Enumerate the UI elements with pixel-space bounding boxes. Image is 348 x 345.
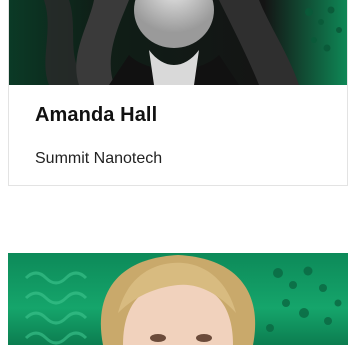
speaker-photo-graphic xyxy=(9,0,347,85)
speaker-card[interactable] xyxy=(8,253,348,345)
speaker-photo xyxy=(9,0,347,85)
speaker-card[interactable]: Amanda Hall Summit Nanotech xyxy=(8,0,348,186)
speaker-photo xyxy=(8,253,348,345)
speaker-photo-graphic xyxy=(24,255,342,345)
speaker-company: Summit Nanotech xyxy=(35,150,163,167)
speaker-name[interactable]: Amanda Hall xyxy=(35,104,157,127)
